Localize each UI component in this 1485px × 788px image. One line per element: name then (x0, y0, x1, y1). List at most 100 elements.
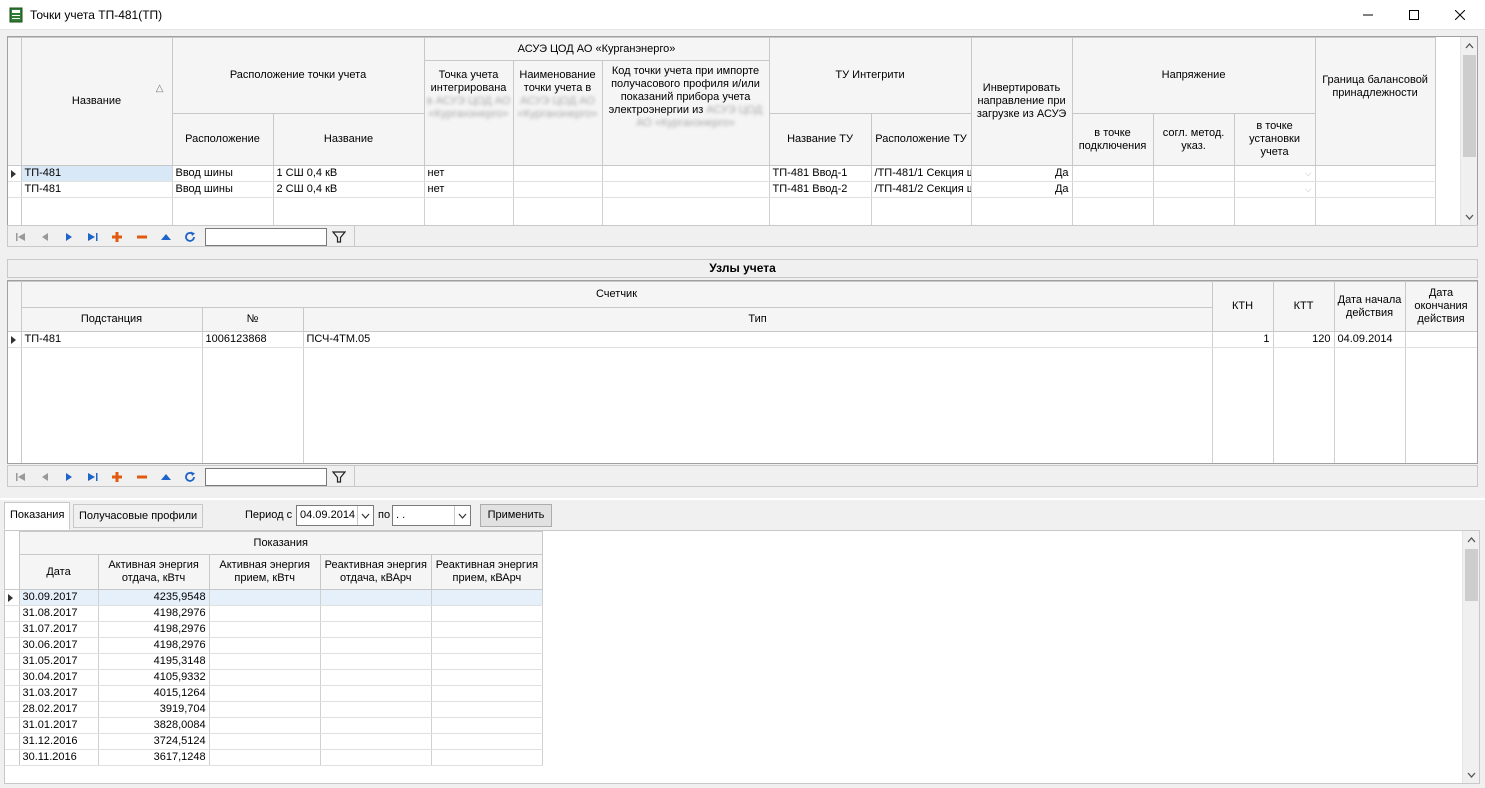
next-icon[interactable] (61, 229, 77, 245)
table-row[interactable]: ТП-481 1006123868 ПСЧ-4ТМ.05 1 120 04.09… (8, 331, 1477, 348)
move-up-icon[interactable] (158, 229, 174, 245)
nodes-grid[interactable]: Счетчик КТН КТТ Дата начала действия Дат… (7, 280, 1478, 464)
period-to-label: по (378, 509, 391, 521)
table-row[interactable]: 31.07.2017 4198,2976 (5, 621, 544, 638)
period-from-combo[interactable]: 04.09.2014 (296, 505, 374, 526)
col-location[interactable]: Расположение (171, 113, 274, 166)
table-row[interactable]: 31.05.2017 4195,3148 (5, 653, 544, 670)
last-icon[interactable] (85, 229, 101, 245)
scroll-up-icon[interactable] (1463, 531, 1479, 548)
table-row[interactable]: 28.02.2017 3919,704 (5, 701, 544, 718)
maximize-icon (1409, 10, 1419, 20)
col-import-code[interactable]: Код точки учета при импорте получасового… (601, 60, 770, 166)
col-v-install[interactable]: в точке установки учета (1233, 113, 1316, 166)
refresh-icon[interactable] (182, 229, 198, 245)
window-title: Точки учета ТП-481(ТП) (30, 8, 163, 22)
col-tu-group: ТУ Интегрити (768, 37, 972, 114)
prev-icon[interactable] (37, 229, 53, 245)
close-button[interactable] (1437, 0, 1483, 30)
table-row[interactable]: ТП-481 Ввод шины 1 СШ 0,4 кВ нет ТП-481 … (8, 165, 1436, 182)
col-v-connection[interactable]: в точке подключения (1071, 113, 1154, 166)
table-row[interactable]: 31.08.2017 4198,2976 (5, 605, 544, 622)
remove-icon[interactable] (134, 469, 150, 485)
col-invert[interactable]: Инвертировать направление при загрузке и… (970, 37, 1073, 166)
col-reactive-in[interactable]: Реактивная энергия прием, кВАрч (430, 554, 544, 590)
table-row[interactable]: 30.06.2017 4198,2976 (5, 637, 544, 654)
chevron-down-icon[interactable] (454, 506, 470, 525)
table-row[interactable]: 31.03.2017 4015,1264 (5, 685, 544, 702)
empty-row (8, 347, 1477, 463)
scroll-down-icon[interactable] (1461, 208, 1477, 225)
next-icon[interactable] (61, 469, 77, 485)
filter-icon[interactable] (331, 469, 347, 485)
minimize-icon (1363, 14, 1373, 16)
table-row[interactable]: 31.12.2016 3724,5124 (5, 733, 544, 750)
prev-icon[interactable] (37, 469, 53, 485)
points-grid[interactable]: Название △ Расположение точки учета АСУЭ… (7, 36, 1478, 226)
table-row[interactable]: 30.11.2016 3617,1248 (5, 749, 544, 766)
col-active-out[interactable]: Активная энергия отдача, кВтч (97, 554, 210, 590)
add-icon[interactable] (109, 229, 125, 245)
app-icon (9, 7, 23, 23)
table-row[interactable]: ТП-481 Ввод шины 2 СШ 0,4 кВ нет ТП-481 … (8, 181, 1436, 198)
col-ktt[interactable]: КТТ (1272, 281, 1335, 332)
scroll-down-icon[interactable] (1463, 766, 1479, 783)
last-icon[interactable] (85, 469, 101, 485)
col-type[interactable]: Тип (302, 307, 1213, 332)
tab-readings[interactable]: Показания (4, 502, 71, 530)
refresh-icon[interactable] (182, 469, 198, 485)
filter-icon[interactable] (331, 229, 347, 245)
col-substation[interactable]: Подстанция (20, 307, 203, 332)
chevron-down-icon[interactable] (357, 506, 373, 525)
current-row-icon (11, 335, 16, 344)
col-name[interactable]: Название △ (20, 37, 173, 166)
col-reactive-out[interactable]: Реактивная энергия отдача, кВАрч (319, 554, 432, 590)
readings-vscroll[interactable] (1462, 531, 1479, 783)
col-border[interactable]: Граница балансовой принадлежности (1314, 37, 1436, 166)
readings-table: Показания Дата Активная энергия отдача, … (5, 531, 544, 766)
scroll-thumb[interactable] (1463, 55, 1476, 157)
row-indicator (8, 165, 22, 182)
col-point-name[interactable]: Наименование точки учета в АСУЭ ЦОД АО «… (512, 60, 603, 166)
apply-button[interactable]: Применить (480, 504, 552, 527)
maximize-button[interactable] (1391, 0, 1437, 30)
empty-row (8, 197, 1436, 225)
col-integrated[interactable]: Точка учета интегрирована в АСУЭ ЦОД АО … (423, 60, 514, 166)
table-row[interactable]: 30.04.2017 4105,9332 (5, 669, 544, 686)
points-vscroll[interactable] (1460, 37, 1477, 225)
col-date[interactable]: Дата (18, 554, 99, 590)
indicator-header (8, 37, 22, 166)
scroll-up-icon[interactable] (1461, 37, 1477, 54)
table-row[interactable]: 31.01.2017 3828,0084 (5, 717, 544, 734)
add-icon[interactable] (109, 469, 125, 485)
current-row-icon (8, 593, 13, 602)
splitter[interactable] (0, 498, 1485, 500)
col-tu-name[interactable]: Название ТУ (768, 113, 872, 166)
nodes-filter-input[interactable] (205, 468, 327, 486)
col-location-name[interactable]: Название (272, 113, 425, 166)
col-number[interactable]: № (201, 307, 304, 332)
col-end-date[interactable]: Дата окончания действия (1404, 281, 1477, 332)
remove-icon[interactable] (134, 229, 150, 245)
col-ktn[interactable]: КТН (1211, 281, 1274, 332)
col-active-in[interactable]: Активная энергия прием, кВтч (208, 554, 321, 590)
table-row[interactable]: 30.09.2017 4235,9548 (5, 589, 544, 606)
period-to-combo[interactable]: . . (392, 505, 471, 526)
col-start-date[interactable]: Дата начала действия (1333, 281, 1406, 332)
readings-grid[interactable]: Показания Дата Активная энергия отдача, … (4, 530, 1480, 784)
points-filter-input[interactable] (205, 228, 327, 246)
nodes-navigator (7, 465, 1478, 487)
first-icon[interactable] (13, 229, 29, 245)
col-voltage-group: Напряжение (1071, 37, 1316, 114)
close-icon (1455, 10, 1465, 20)
title-bar: Точки учета ТП-481(ТП) (0, 0, 1485, 30)
minimize-button[interactable] (1345, 0, 1391, 30)
tab-halfhour-profiles[interactable]: Получасовые профили (73, 504, 204, 528)
move-up-icon[interactable] (158, 469, 174, 485)
scroll-thumb[interactable] (1465, 549, 1478, 601)
first-icon[interactable] (13, 469, 29, 485)
nodes-table: Счетчик КТН КТТ Дата начала действия Дат… (8, 281, 1477, 463)
col-tu-location[interactable]: Расположение ТУ (870, 113, 972, 166)
col-location-group: Расположение точки учета (171, 37, 425, 114)
col-v-agreed[interactable]: согл. метод. указ. (1152, 113, 1235, 166)
